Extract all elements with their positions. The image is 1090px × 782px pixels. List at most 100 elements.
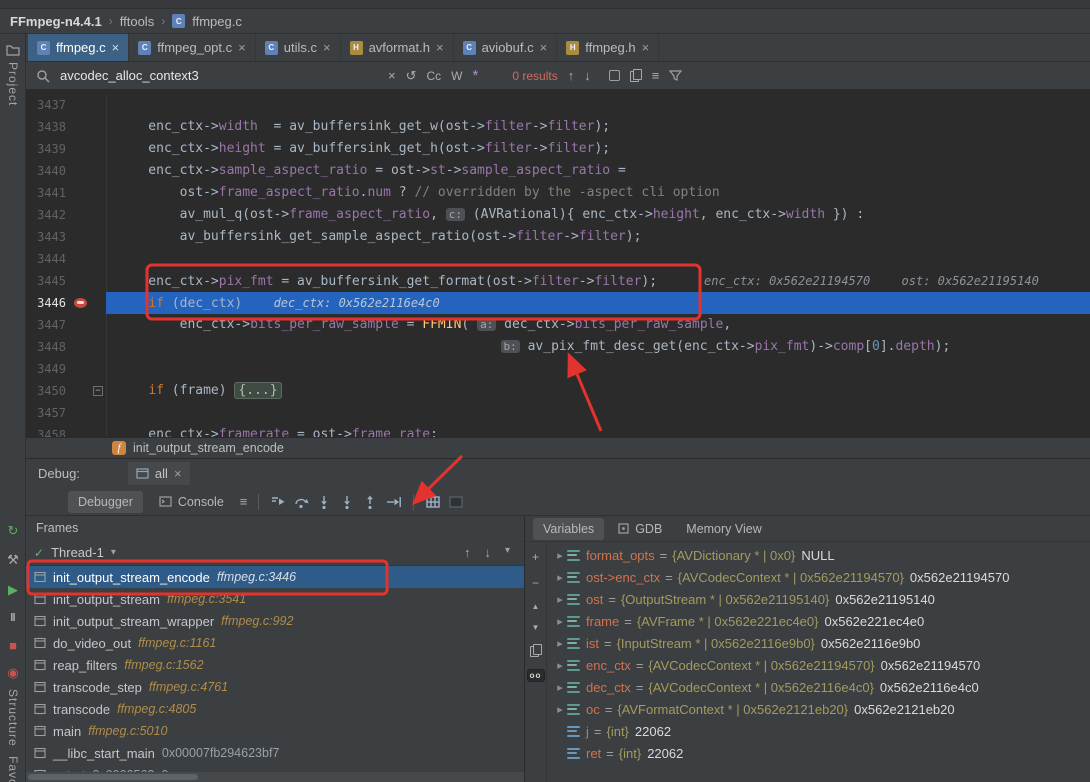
close-tab-icon[interactable]: ×	[436, 41, 444, 54]
match-case-toggle[interactable]: Cc	[427, 69, 442, 83]
fold-gutter[interactable]: −	[92, 182, 106, 204]
variable-row[interactable]: ▸ dec_ctx = {AVCodecContext * | 0x562e21…	[547, 676, 1090, 698]
code-text[interactable]: b: av_pix_fmt_desc_get(enc_ctx->pix_fmt)…	[106, 336, 1090, 358]
fold-gutter[interactable]: −	[92, 160, 106, 182]
breakpoint-gutter[interactable]	[70, 424, 92, 437]
resume-icon[interactable]: ▶	[0, 583, 26, 597]
breadcrumb-folder[interactable]: fftools	[120, 14, 154, 29]
step-into-icon[interactable]	[316, 494, 333, 510]
expand-chevron-icon[interactable]: ▸	[553, 637, 567, 650]
breadcrumb-file[interactable]: ffmpeg.c	[192, 14, 242, 29]
code-text[interactable]: av_mul_q(ost->frame_aspect_ratio, c: (AV…	[106, 204, 1090, 226]
thread-dropdown-icon[interactable]: ▾	[111, 547, 116, 558]
rerun-icon[interactable]: ↻	[0, 524, 26, 538]
breakpoint-gutter[interactable]	[70, 336, 92, 358]
fold-gutter[interactable]: −	[92, 380, 106, 402]
current-function-name[interactable]: init_output_stream_encode	[133, 441, 284, 455]
fold-gutter[interactable]: −	[92, 94, 106, 116]
code-text[interactable]: if (dec_ctx) dec_ctx: 0x562e2116e4c0	[106, 292, 1090, 314]
expand-chevron-icon[interactable]: ▸	[553, 615, 567, 628]
tool-window-structure[interactable]: Structure	[0, 689, 26, 747]
code-text[interactable]: enc_ctx->sample_aspect_ratio = ost->st->…	[106, 160, 1090, 182]
scrollbar-thumb[interactable]	[28, 774, 198, 780]
code-text[interactable]: av_buffersink_get_sample_aspect_ratio(os…	[106, 226, 1090, 248]
stop-icon[interactable]: ■	[0, 639, 26, 653]
tool-window-project[interactable]: Project	[0, 44, 26, 106]
close-tab-icon[interactable]: ×	[540, 41, 548, 54]
breakpoint-gutter[interactable]	[70, 160, 92, 182]
fold-gutter[interactable]: −	[92, 314, 106, 336]
fold-gutter[interactable]: −	[92, 424, 106, 437]
editor-tab[interactable]: C aviobuf.c ×	[454, 34, 558, 61]
breakpoint-gutter[interactable]	[70, 138, 92, 160]
tab-memory-view[interactable]: Memory View	[676, 518, 771, 540]
stack-frame-row[interactable]: init_output_stream_wrapper ffmpeg.c:992	[26, 610, 524, 632]
close-session-icon[interactable]: ×	[174, 467, 182, 480]
tab-variables[interactable]: Variables	[533, 517, 605, 540]
stack-frame-row[interactable]: init_output_stream ffmpeg.c:3541	[26, 588, 524, 610]
variable-row[interactable]: ▸ ret = {int} 22062	[547, 742, 1090, 764]
expand-chevron-icon[interactable]: ▸	[553, 549, 567, 562]
close-tab-icon[interactable]: ×	[238, 41, 246, 54]
editor-tab[interactable]: H avformat.h ×	[341, 34, 454, 61]
code-text[interactable]: enc_ctx->height = av_buffersink_get_h(os…	[106, 138, 1090, 160]
search-history-icon[interactable]: ↺	[406, 68, 417, 84]
breakpoint-gutter[interactable]	[70, 380, 92, 402]
remove-watch-icon[interactable]: −	[532, 576, 539, 590]
stack-frame-row[interactable]: init_output_stream_encode ffmpeg.c:3446	[26, 566, 524, 588]
clear-search-icon[interactable]: ×	[388, 68, 396, 83]
code-text[interactable]: enc_ctx->width = av_buffersink_get_w(ost…	[106, 116, 1090, 138]
frames-hscrollbar[interactable]	[26, 772, 524, 782]
fold-gutter[interactable]: −	[92, 402, 106, 424]
code-text[interactable]	[106, 248, 1090, 270]
fold-gutter[interactable]: −	[92, 226, 106, 248]
tab-debugger[interactable]: Debugger	[68, 490, 143, 513]
code-text[interactable]: enc_ctx->pix_fmt = av_buffersink_get_for…	[106, 270, 1090, 292]
breakpoint-gutter[interactable]	[70, 270, 92, 292]
view-breakpoints-icon[interactable]: ◉	[0, 666, 26, 680]
breakpoint-gutter[interactable]	[70, 314, 92, 336]
step-over-icon[interactable]	[293, 494, 310, 510]
breadcrumb-project[interactable]: FFmpeg-n4.4.1	[10, 14, 102, 29]
close-tab-icon[interactable]: ×	[323, 41, 331, 54]
memory-view-icon[interactable]	[448, 494, 465, 510]
fold-gutter[interactable]: −	[92, 116, 106, 138]
breakpoint-gutter[interactable]	[70, 94, 92, 116]
run-to-cursor-icon[interactable]	[385, 494, 402, 510]
add-watch-icon[interactable]: +	[532, 550, 539, 564]
move-up-icon[interactable]: ▲	[532, 602, 540, 611]
breakpoint-gutter[interactable]	[70, 292, 92, 314]
tab-console[interactable]: Console	[149, 491, 234, 513]
move-down-icon[interactable]: ▼	[532, 623, 540, 632]
find-all-icon[interactable]	[608, 70, 620, 81]
variable-row[interactable]: ▸ j = {int} 22062	[547, 720, 1090, 742]
thread-selector[interactable]: ✓ Thread-1 ▾ ↑ ↓ ▾	[26, 540, 524, 566]
breakpoint-gutter[interactable]	[70, 358, 92, 380]
fold-gutter[interactable]: −	[92, 292, 106, 314]
code-text[interactable]: if (frame) {...}	[106, 380, 1090, 402]
frames-options-icon[interactable]: ▾	[505, 545, 510, 560]
show-execution-point-icon[interactable]	[270, 494, 287, 510]
stack-frame-row[interactable]: main ffmpeg.c:5010	[26, 720, 524, 742]
code-text[interactable]: enc_ctx->framerate = ost->frame_rate;	[106, 424, 1090, 437]
build-icon[interactable]: ⚒	[0, 553, 26, 567]
frame-up-icon[interactable]: ↑	[464, 545, 471, 560]
breakpoint-gutter[interactable]	[70, 182, 92, 204]
breakpoint-gutter[interactable]	[70, 204, 92, 226]
variable-row[interactable]: ▸ enc_ctx = {AVCodecContext * | 0x562e21…	[547, 654, 1090, 676]
close-tab-icon[interactable]: ×	[642, 41, 650, 54]
variable-row[interactable]: ▸ format_opts = {AVDictionary * | 0x0} N…	[547, 544, 1090, 566]
editor-tab[interactable]: H ffmpeg.h ×	[557, 34, 660, 61]
fold-gutter[interactable]: −	[92, 204, 106, 226]
breakpoint-gutter[interactable]	[70, 402, 92, 424]
fold-gutter[interactable]: −	[92, 248, 106, 270]
expand-chevron-icon[interactable]: ▸	[553, 681, 567, 694]
regex-toggle[interactable]: *	[473, 68, 479, 83]
debug-session-tab[interactable]: all ×	[127, 462, 190, 485]
grid-icon[interactable]	[425, 494, 442, 510]
expand-chevron-icon[interactable]: ▸	[553, 703, 567, 716]
fold-gutter[interactable]: −	[92, 336, 106, 358]
stack-frame-row[interactable]: do_video_out ffmpeg.c:1161	[26, 632, 524, 654]
filter-icon[interactable]	[669, 69, 683, 82]
variable-row[interactable]: ▸ ost->enc_ctx = {AVCodecContext * | 0x5…	[547, 566, 1090, 588]
